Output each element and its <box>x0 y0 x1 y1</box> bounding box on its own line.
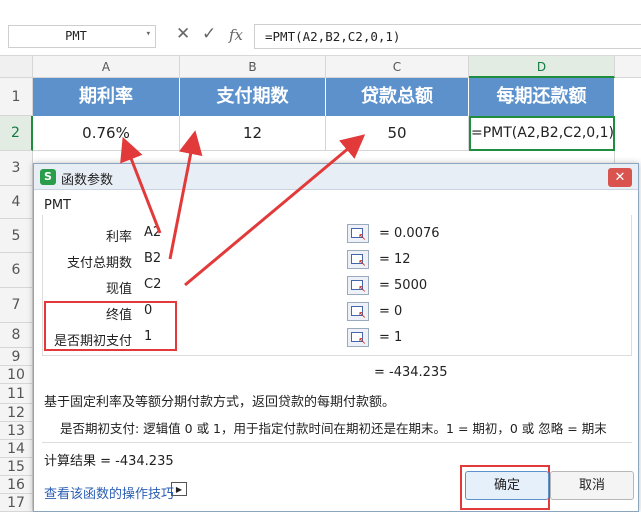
arrow-to-a2 <box>120 136 162 234</box>
arrow-to-b2 <box>168 130 203 260</box>
annotation-arrows <box>120 130 366 287</box>
arrow-to-c2 <box>184 134 366 287</box>
